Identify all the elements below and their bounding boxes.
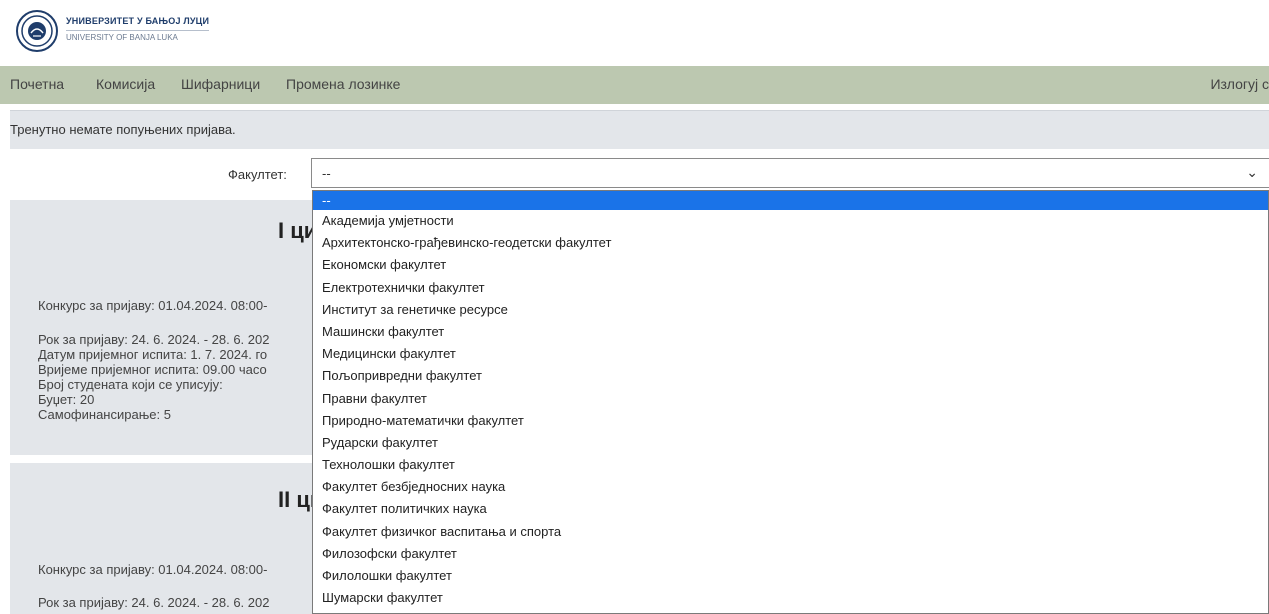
faculty-option[interactable]: Пољопривредни факултет <box>313 365 1268 387</box>
deadline-line: Рок за пријаву: 24. 6. 2024. - 28. 6. 20… <box>38 332 270 347</box>
faculty-option[interactable]: Природно-математички факултет <box>313 410 1268 432</box>
exam-time-line: Вријеме пријемног испита: 09.00 часо <box>38 362 267 377</box>
university-name-serbian: УНИВЕРЗИТЕТ У БАЊОЈ ЛУЦИ <box>66 16 210 26</box>
faculty-select[interactable]: -- ⌄ <box>311 158 1269 188</box>
faculty-option[interactable]: Електротехнички факултет <box>313 277 1268 299</box>
faculty-option[interactable]: Економски факултет <box>313 254 1268 276</box>
deadline-line: Рок за пријаву: 24. 6. 2024. - 28. 6. 20… <box>38 595 270 610</box>
students-count-line: Број студената који се уписују: <box>38 377 223 392</box>
nav-logout-link[interactable]: Излогуј с <box>1210 76 1269 92</box>
faculty-label: Факултет: <box>228 167 287 182</box>
faculty-option[interactable]: Филозофски факултет <box>313 543 1268 565</box>
faculty-option[interactable]: -- <box>313 191 1268 210</box>
faculty-option[interactable]: Медицински факултет <box>313 343 1268 365</box>
competition-line: Конкурс за пријаву: 01.04.2024. 08:00- <box>38 562 268 577</box>
university-name-english: UNIVERSITY OF BANJA LUKA <box>66 30 210 42</box>
faculty-option[interactable]: Рударски факултет <box>313 432 1268 454</box>
competition-line: Конкурс за пријаву: 01.04.2024. 08:00- <box>38 298 268 313</box>
university-name: УНИВЕРЗИТЕТ У БАЊОЈ ЛУЦИ UNIVERSITY OF B… <box>66 16 210 42</box>
faculty-option[interactable]: Филолошки факултет <box>313 565 1268 587</box>
faculty-option[interactable]: Шумарски факултет <box>313 587 1268 609</box>
chevron-down-icon: ⌄ <box>1246 164 1258 180</box>
notice-text: Тренутно немате попуњених пријава. <box>10 122 236 137</box>
faculty-option[interactable]: Факултет безбједносних наука <box>313 476 1268 498</box>
nav-home-link[interactable]: Почетна <box>10 76 64 92</box>
faculty-option[interactable]: Технолошки факултет <box>313 454 1268 476</box>
faculty-option[interactable]: Машински факултет <box>313 321 1268 343</box>
self-financing-line: Самофинансирање: 5 <box>38 407 171 422</box>
faculty-dropdown-list: -- Академија умјетности Архитектонско-грађ… <box>312 190 1269 614</box>
nav-codebooks-link[interactable]: Шифарници <box>181 76 260 92</box>
nav-commission-link[interactable]: Комисија <box>96 76 155 92</box>
nav-change-password-link[interactable]: Промена лозинке <box>286 76 400 92</box>
faculty-select-value: -- <box>322 166 331 181</box>
applications-notice: Тренутно немате попуњених пријава. <box>10 110 1269 149</box>
faculty-option[interactable]: Архитектонско-грађевинско-геодетски факу… <box>313 232 1268 254</box>
faculty-option[interactable]: Академија умјетности <box>313 210 1268 232</box>
university-logo-icon <box>16 10 58 52</box>
budget-line: Буџет: 20 <box>38 392 95 407</box>
page-header: УНИВЕРЗИТЕТ У БАЊОЈ ЛУЦИ UNIVERSITY OF B… <box>0 0 1269 66</box>
faculty-option[interactable]: Институт за генетичке ресурсе <box>313 299 1268 321</box>
faculty-option[interactable]: Факултет политичких наука <box>313 498 1268 520</box>
main-nav: Почетна Комисија Шифарници Промена лозин… <box>0 66 1269 104</box>
faculty-option[interactable]: Правни факултет <box>313 388 1268 410</box>
faculty-option[interactable]: Факултет физичког васпитања и спорта <box>313 521 1268 543</box>
exam-date-line: Датум пријемног испита: 1. 7. 2024. го <box>38 347 268 362</box>
